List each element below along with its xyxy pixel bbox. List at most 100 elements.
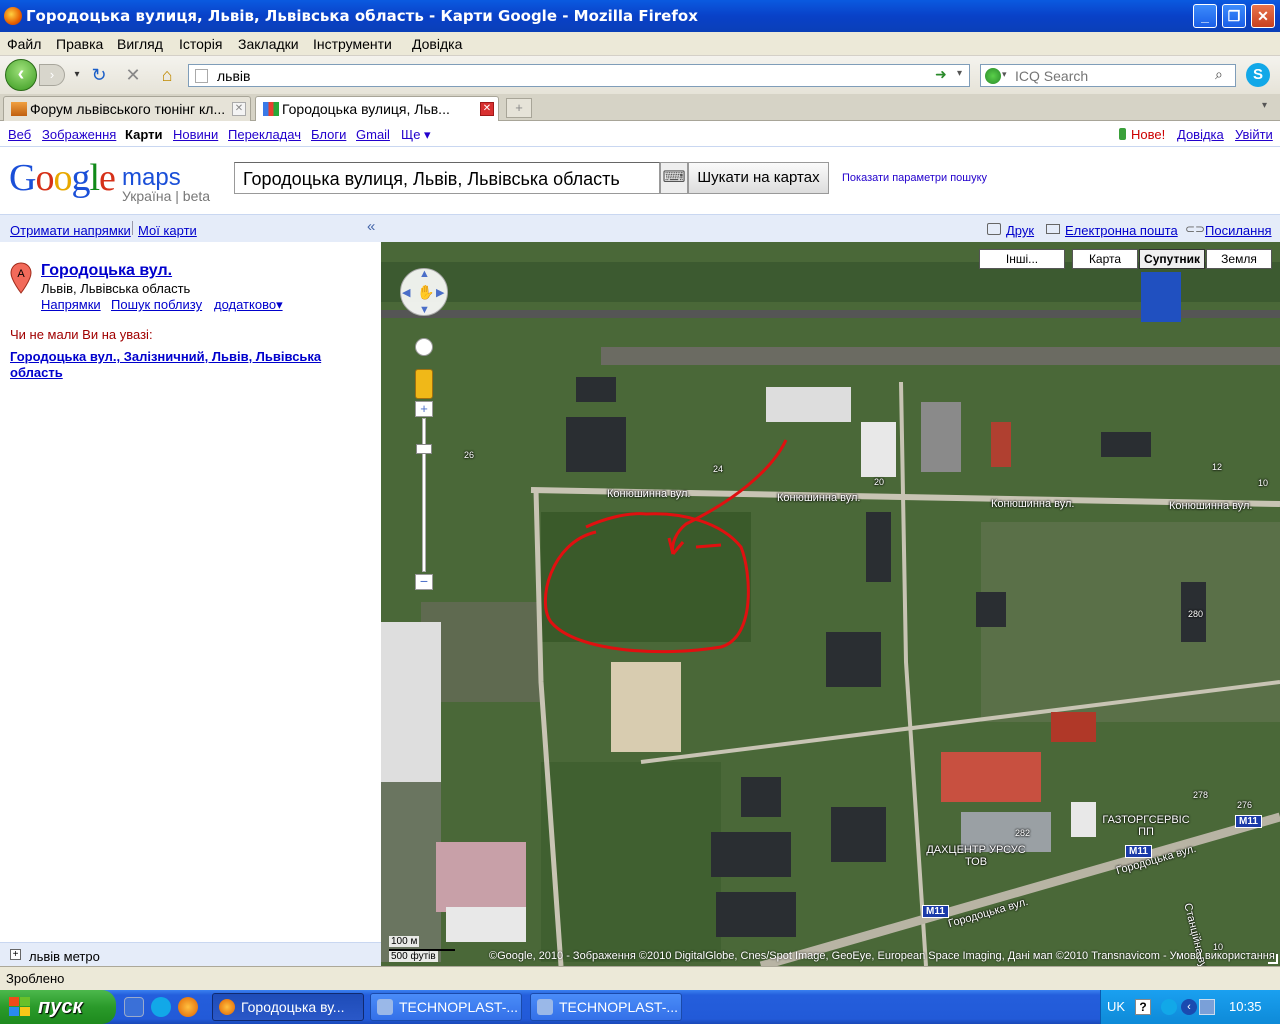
task-firefox[interactable]: Городоцька ву... bbox=[212, 993, 364, 1021]
zoom-in-button[interactable]: + bbox=[415, 401, 433, 417]
show-options-link[interactable]: Показати параметри пошуку bbox=[842, 172, 987, 184]
zoom-slider-handle[interactable] bbox=[416, 444, 432, 454]
get-directions-link[interactable]: Отримати напрямки bbox=[10, 223, 131, 238]
menu-bookmarks[interactable]: Закладки bbox=[238, 36, 299, 52]
firefox-quicklaunch-icon[interactable] bbox=[178, 997, 198, 1017]
reload-icon[interactable]: ↻ bbox=[88, 64, 110, 86]
go-arrow-icon[interactable]: ➜ bbox=[935, 66, 947, 83]
skype-tray-icon[interactable] bbox=[1161, 999, 1177, 1015]
stop-icon[interactable]: ✕ bbox=[122, 64, 144, 86]
help-tray-icon[interactable]: ? bbox=[1135, 999, 1151, 1015]
task-technoplast-2[interactable]: TECHNOPLAST-... bbox=[530, 993, 682, 1021]
desktop-quicklaunch-icon[interactable] bbox=[124, 997, 144, 1017]
more-link[interactable]: додатково▾ bbox=[214, 297, 283, 313]
email-link[interactable]: Електронна пошта bbox=[1065, 223, 1178, 238]
maps-search-input[interactable] bbox=[243, 168, 653, 190]
menu-history[interactable]: Історія bbox=[179, 36, 222, 52]
search-nearby-link[interactable]: Пошук поблизу bbox=[111, 297, 202, 312]
map-resize-icon[interactable] bbox=[1268, 954, 1278, 964]
pan-right-icon[interactable]: ▶ bbox=[436, 286, 444, 299]
maptype-other[interactable]: Інші... bbox=[979, 249, 1065, 269]
window-title: Городоцька вулиця, Львів, Львівська обла… bbox=[26, 7, 698, 25]
maximize-button[interactable]: ❐ bbox=[1222, 4, 1246, 28]
my-maps-link[interactable]: Мої карти bbox=[138, 223, 197, 238]
maptype-map[interactable]: Карта bbox=[1072, 249, 1138, 269]
tab-list-icon[interactable]: ▾ bbox=[1262, 100, 1267, 111]
pan-left-icon[interactable]: ◀ bbox=[402, 286, 410, 299]
gbar-web[interactable]: Веб bbox=[8, 127, 31, 142]
start-button[interactable]: пуск bbox=[0, 990, 116, 1024]
search-maps-button[interactable]: Шукати на картах bbox=[688, 162, 829, 194]
zoom-slider-track[interactable] bbox=[422, 418, 426, 572]
gbar-signin[interactable]: Увійти bbox=[1235, 127, 1273, 142]
gbar-gmail[interactable]: Gmail bbox=[356, 127, 390, 142]
link-link[interactable]: Посилання bbox=[1205, 223, 1272, 238]
forward-button[interactable]: › bbox=[39, 64, 65, 86]
new-tab-button[interactable]: + bbox=[506, 98, 532, 118]
menu-help[interactable]: Довідка bbox=[412, 36, 462, 52]
search-input[interactable] bbox=[1015, 67, 1205, 84]
skype-icon[interactable]: S bbox=[1246, 63, 1270, 87]
pan-down-icon[interactable]: ▼ bbox=[419, 304, 430, 316]
suggestion-link[interactable]: Городоцька вул., Залізничний, Львів, Льв… bbox=[10, 349, 370, 381]
menu-view[interactable]: Вигляд bbox=[117, 36, 163, 52]
directions-link[interactable]: Напрямки bbox=[41, 297, 101, 312]
gbar-help[interactable]: Довідка bbox=[1177, 127, 1224, 142]
tab-close-icon[interactable]: ✕ bbox=[232, 102, 246, 116]
marker-a-icon[interactable]: A bbox=[10, 262, 32, 294]
tab-google-maps[interactable]: Городоцька вулиця, Льв... ✕ bbox=[255, 96, 499, 122]
maptype-satellite[interactable]: Супутник bbox=[1139, 249, 1205, 269]
minimize-button[interactable]: _ bbox=[1193, 4, 1217, 28]
map-copyright[interactable]: ©Google, 2010 - Зображення ©2010 Digital… bbox=[489, 950, 1275, 962]
back-button[interactable]: ‹ bbox=[5, 59, 37, 91]
new-feature-icon bbox=[1119, 128, 1126, 140]
gbar-more[interactable]: Ще ▾ bbox=[401, 127, 431, 143]
print-link[interactable]: Друк bbox=[1006, 223, 1034, 238]
url-dropdown-icon[interactable]: ▾ bbox=[957, 68, 962, 79]
search-bar[interactable]: ▾ ⌕ bbox=[980, 64, 1236, 87]
road-label: Конюшинна вул. bbox=[607, 488, 691, 500]
result-title[interactable]: Городоцька вул. bbox=[41, 262, 172, 280]
window-titlebar[interactable]: Городоцька вулиця, Львів, Львівська обла… bbox=[0, 0, 1280, 32]
skype-quicklaunch-icon[interactable] bbox=[151, 997, 171, 1017]
close-button[interactable]: ✕ bbox=[1251, 4, 1275, 28]
pan-control[interactable]: ▲ ▼ ◀ ▶ ✋ bbox=[400, 268, 448, 316]
keyboard-icon[interactable]: ⌨ bbox=[660, 162, 688, 194]
gbar-new[interactable]: Нове! bbox=[1131, 127, 1165, 142]
language-indicator[interactable]: UK bbox=[1107, 999, 1125, 1014]
url-bar[interactable]: ➜ ▾ bbox=[188, 64, 970, 87]
gbar-translate[interactable]: Перекладач bbox=[228, 127, 301, 142]
menu-file[interactable]: Файл bbox=[7, 36, 41, 52]
street-view-pegman-icon[interactable] bbox=[415, 369, 433, 399]
menu-edit[interactable]: Правка bbox=[56, 36, 103, 52]
home-icon[interactable]: ⌂ bbox=[156, 64, 178, 86]
url-input[interactable] bbox=[217, 67, 917, 84]
app-window-icon bbox=[537, 999, 553, 1015]
satellite-map[interactable]: Інші... Карта Супутник Земля ▲ ▼ ◀ ▶ ✋ +… bbox=[381, 242, 1280, 966]
zoom-reset-icon[interactable] bbox=[415, 338, 433, 356]
gbar-images[interactable]: Зображення bbox=[42, 127, 116, 142]
history-dropdown-icon[interactable]: ▾ bbox=[66, 64, 88, 86]
menu-tools[interactable]: Інструменти bbox=[313, 36, 392, 52]
clock[interactable]: 10:35 bbox=[1229, 999, 1262, 1014]
gbar-blogs[interactable]: Блоги bbox=[311, 127, 346, 142]
zoom-out-button[interactable]: − bbox=[415, 574, 433, 590]
pan-up-icon[interactable]: ▲ bbox=[419, 268, 430, 280]
tab-close-icon[interactable]: ✕ bbox=[480, 102, 494, 116]
left-footer-label[interactable]: львів метро bbox=[29, 949, 100, 964]
icq-flower-icon[interactable] bbox=[985, 68, 1001, 84]
tab-forum[interactable]: Форум львівського тюнінг кл... ✕ bbox=[3, 96, 251, 121]
engine-dropdown-icon[interactable]: ▾ bbox=[1002, 69, 1007, 80]
task-label: TECHNOPLAST-... bbox=[559, 999, 679, 1015]
maptype-earth[interactable]: Земля bbox=[1206, 249, 1272, 269]
gbar-news[interactable]: Новини bbox=[173, 127, 218, 142]
search-icon[interactable]: ⌕ bbox=[1215, 66, 1223, 83]
task-technoplast-1[interactable]: TECHNOPLAST-... bbox=[370, 993, 522, 1021]
taskbar: пуск Городоцька ву... TECHNOPLAST-... TE… bbox=[0, 990, 1280, 1024]
google-logo[interactable]: Google bbox=[9, 156, 116, 200]
tray-expand-icon[interactable]: ‹ bbox=[1181, 999, 1197, 1015]
expand-icon[interactable]: + bbox=[10, 949, 21, 960]
network-tray-icon[interactable] bbox=[1199, 999, 1215, 1015]
maps-search-box[interactable] bbox=[234, 162, 660, 194]
collapse-panel-button[interactable]: « bbox=[367, 218, 375, 235]
